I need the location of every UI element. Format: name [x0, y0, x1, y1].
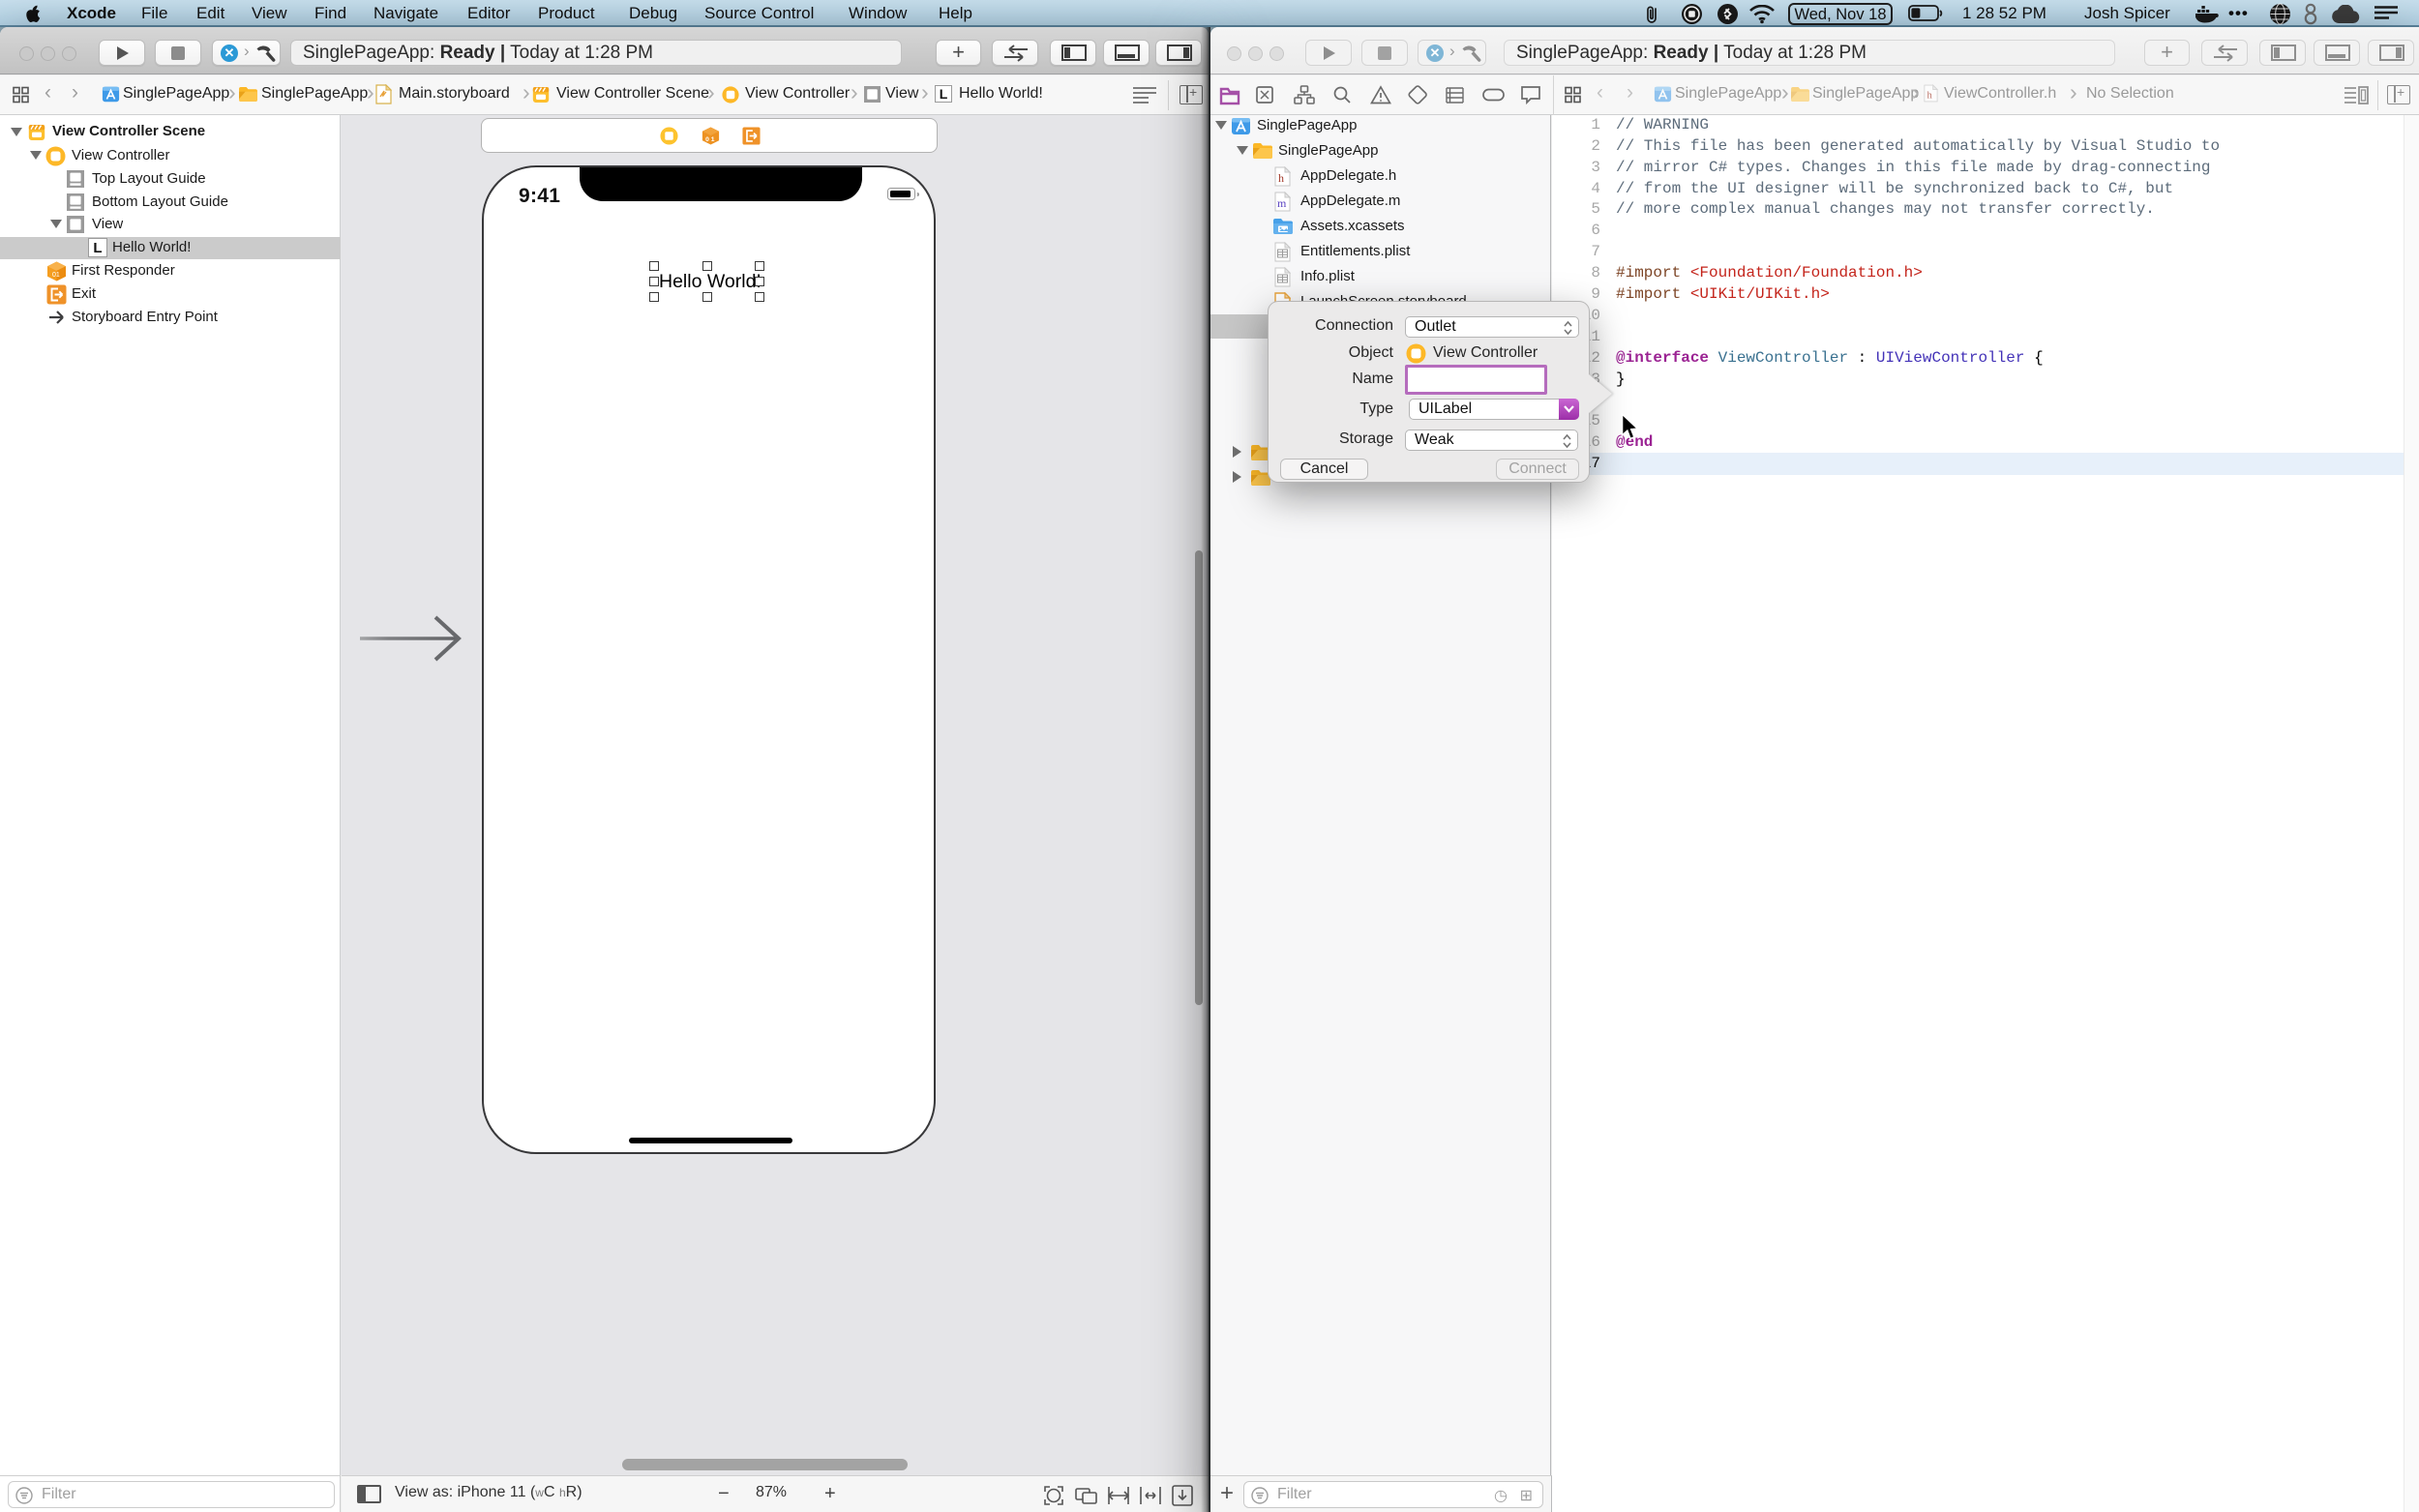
- svg-text:01: 01: [52, 272, 60, 279]
- svg-text:0 1: 0 1: [705, 136, 715, 143]
- svg-text:h: h: [1278, 171, 1284, 185]
- svg-text:m: m: [1277, 196, 1287, 210]
- svg-text:h: h: [1927, 90, 1933, 101]
